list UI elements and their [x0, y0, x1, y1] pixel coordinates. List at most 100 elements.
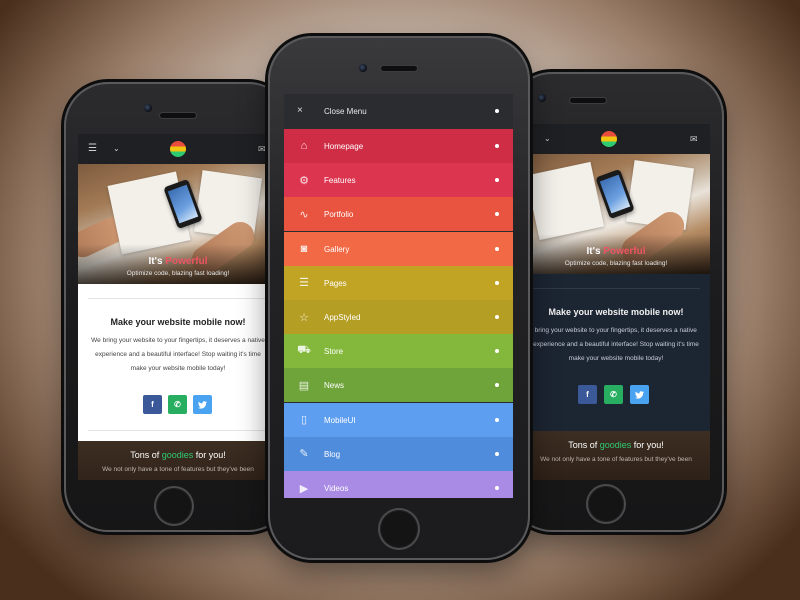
hero-title: It's Powerful [586, 246, 646, 257]
menu-item-label: Portfolio [324, 210, 354, 220]
hero-section: It's Powerful Optimize code, blazing fas… [522, 154, 710, 274]
home-icon: ⌂ [300, 140, 308, 152]
chart-line-icon: ∿ [299, 208, 309, 221]
close-menu-bar[interactable]: × Close Menu [284, 94, 513, 128]
goodies-accent: goodies [599, 440, 632, 450]
menu-item-dot [495, 280, 499, 285]
twitter-button[interactable] [193, 395, 212, 414]
menu-item-dot [495, 246, 499, 251]
phone-button[interactable]: ✆ [168, 395, 187, 414]
menu-item-dot [495, 417, 499, 422]
menu-item-blog[interactable]: ✎ Blog [284, 436, 513, 471]
menu-item-pages[interactable]: ☰ Pages [284, 265, 513, 300]
hero-title-accent: Powerful [165, 256, 208, 267]
twitter-icon [198, 400, 207, 409]
hamburger-icon[interactable]: ☰ [88, 144, 97, 154]
card-title: Make your website mobile now! [110, 317, 246, 327]
menu-item-features[interactable]: ⚙ Features [284, 163, 513, 198]
close-menu-label: Close Menu [324, 107, 367, 116]
goodies-title: Tons of goodies for you! [130, 450, 226, 460]
menu-item-label: News [324, 381, 345, 391]
card-top-divider [88, 298, 268, 299]
facebook-button[interactable]: f [578, 385, 597, 404]
goodies-section: Tons of goodies for you! We not only hav… [522, 431, 710, 480]
goodies-subtitle: We not only have a tone of features but … [102, 466, 254, 473]
twitter-button[interactable] [630, 385, 649, 404]
menu-item-dot [495, 212, 499, 217]
menu-item-dot [495, 486, 499, 490]
mail-icon[interactable]: ✉ [690, 134, 698, 144]
intro-card: Make your website mobile now! We bring y… [78, 284, 278, 441]
menu-item-videos[interactable]: ▶ Videos [284, 471, 513, 498]
card-text-line-2: experience and a beautiful interface! St… [95, 351, 261, 358]
video-icon: ▶ [299, 482, 309, 495]
twitter-icon [635, 390, 644, 399]
menu-item-label: Store [324, 347, 344, 357]
menu-item-label: Features [324, 176, 356, 186]
menu-item-dot [495, 144, 499, 148]
right-camera [538, 94, 546, 102]
brand-logo[interactable] [601, 131, 617, 147]
hero-section: It's Powerful Optimize code, blazing fas… [78, 164, 278, 284]
menu-item-label: AppStyled [324, 313, 361, 322]
menu-item-gallery[interactable]: ◙ Gallery [284, 231, 513, 266]
card-bottom-divider [88, 430, 268, 431]
mail-icon[interactable]: ✉ [258, 144, 266, 154]
menu-item-dot [495, 383, 499, 388]
left-topbar: ☰ ⌄ ✉ [78, 134, 278, 164]
news-icon: ▤ [298, 379, 310, 392]
menu-item-label: Blog [324, 449, 341, 459]
right-home-button[interactable] [588, 486, 624, 522]
chevron-down-icon[interactable]: ⌄ [544, 134, 551, 144]
menu-item-portfolio[interactable]: ∿ Portfolio [284, 197, 513, 232]
gear-icon: ⚙ [299, 174, 309, 187]
menu-item-label: Pages [324, 278, 347, 288]
camera-icon: ◙ [300, 242, 308, 255]
card-text-line-1: We bring your website to your fingertips… [91, 337, 265, 344]
menu-item-news[interactable]: ▤ News [284, 368, 513, 403]
card-text-line-3: make your website mobile today! [568, 355, 664, 362]
menu-item-dot [495, 178, 499, 183]
menu-item-store[interactable]: ⛟ Store [284, 334, 513, 369]
left-home-button[interactable] [156, 488, 192, 524]
middle-camera [359, 64, 367, 72]
left-speaker [160, 113, 196, 118]
hero-title: It's Powerful [148, 256, 208, 267]
menu-item-label: Homepage [324, 142, 364, 151]
hero-subtitle: Optimize code, blazing fast loading! [564, 260, 668, 267]
menu-item-dot [495, 349, 499, 354]
card-title: Make your website mobile now! [548, 307, 684, 317]
left-phone: ☰ ⌄ ✉ It's Powerful Optimize code, blazi… [64, 82, 292, 532]
goodies-section: Tons of goodies for you! We not only hav… [78, 441, 278, 480]
menu-item-appstyled[interactable]: ☆ AppStyled [284, 300, 513, 334]
document-icon: ☰ [299, 277, 309, 290]
middle-speaker [381, 66, 417, 71]
card-text-line-3: make your website mobile today! [130, 365, 226, 372]
menu-item-label: Gallery [324, 244, 350, 254]
intro-card: Make your website mobile now! e bring yo… [522, 274, 710, 431]
phone-button[interactable]: ✆ [604, 385, 623, 404]
menu-item-homepage[interactable]: ⌂ Homepage [284, 129, 513, 163]
menu-item-label: Videos [324, 484, 349, 493]
middle-home-button[interactable] [380, 510, 418, 548]
close-icon[interactable]: × [297, 105, 303, 116]
chevron-down-icon[interactable]: ⌄ [113, 144, 120, 154]
cart-icon: ⛟ [297, 344, 311, 357]
goodies-subtitle: We not only have a tone of features but … [540, 456, 692, 463]
star-icon: ☆ [299, 311, 309, 324]
goodies-title: Tons of goodies for you! [568, 440, 664, 450]
close-menu-dot [495, 109, 499, 113]
hero-paper [525, 161, 605, 241]
right-speaker [570, 98, 606, 103]
menu-item-mobileui[interactable]: ▯ MobileUI [284, 402, 513, 437]
hero-title-accent: Powerful [603, 246, 646, 257]
menu-item-dot [495, 315, 499, 319]
right-topbar: ⌄ ✉ [522, 124, 710, 154]
right-phone: ⌄ ✉ It's Powerful Optimize code, blazing… [508, 72, 724, 532]
card-text-line-1: e bring your website to your fingertips,… [529, 327, 697, 334]
right-screen: ⌄ ✉ It's Powerful Optimize code, blazing… [522, 124, 710, 480]
middle-phone: × Close Menu ⌂ Homepage ⚙ Features ∿ Portfoli… [268, 36, 530, 560]
card-top-divider [532, 288, 700, 289]
brand-logo[interactable] [170, 141, 186, 157]
facebook-button[interactable]: f [143, 395, 162, 414]
